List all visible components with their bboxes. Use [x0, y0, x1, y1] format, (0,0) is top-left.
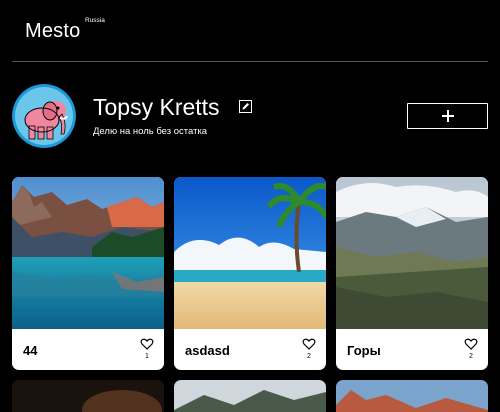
logo[interactable]: Mesto: [25, 20, 80, 43]
card: [174, 380, 326, 412]
card-image[interactable]: [174, 177, 326, 329]
card-image[interactable]: [12, 177, 164, 329]
pencil-icon: [242, 103, 249, 110]
like-count: 1: [145, 353, 149, 360]
like-count: 2: [307, 353, 311, 360]
card-title: asdasd: [185, 343, 230, 358]
card-image[interactable]: [336, 177, 488, 329]
edit-profile-button[interactable]: [239, 100, 252, 113]
like-count: 2: [469, 353, 473, 360]
card: asdasd 2: [174, 177, 326, 370]
profile-about: Делю на ноль без остатка: [93, 126, 208, 137]
card-image[interactable]: [174, 380, 326, 412]
profile-name: Topsy Kretts: [93, 94, 220, 120]
header-divider: [12, 61, 488, 62]
card: Горы 2: [336, 177, 488, 370]
add-card-button[interactable]: [407, 103, 488, 129]
card-image[interactable]: [12, 380, 164, 412]
card: [336, 380, 488, 412]
card-title: Горы: [347, 343, 381, 358]
logo-subtitle: Russia: [85, 17, 105, 24]
header: Mesto Russia: [0, 0, 500, 62]
card-title: 44: [23, 343, 38, 358]
heart-icon[interactable]: [140, 337, 154, 351]
card: [12, 380, 164, 412]
elephant-avatar-image: [12, 84, 76, 148]
avatar[interactable]: [12, 84, 76, 148]
heart-icon[interactable]: [464, 337, 478, 351]
card: 44 1: [12, 177, 164, 370]
card-image[interactable]: [336, 380, 488, 412]
plus-icon: [442, 110, 454, 122]
heart-icon[interactable]: [302, 337, 316, 351]
